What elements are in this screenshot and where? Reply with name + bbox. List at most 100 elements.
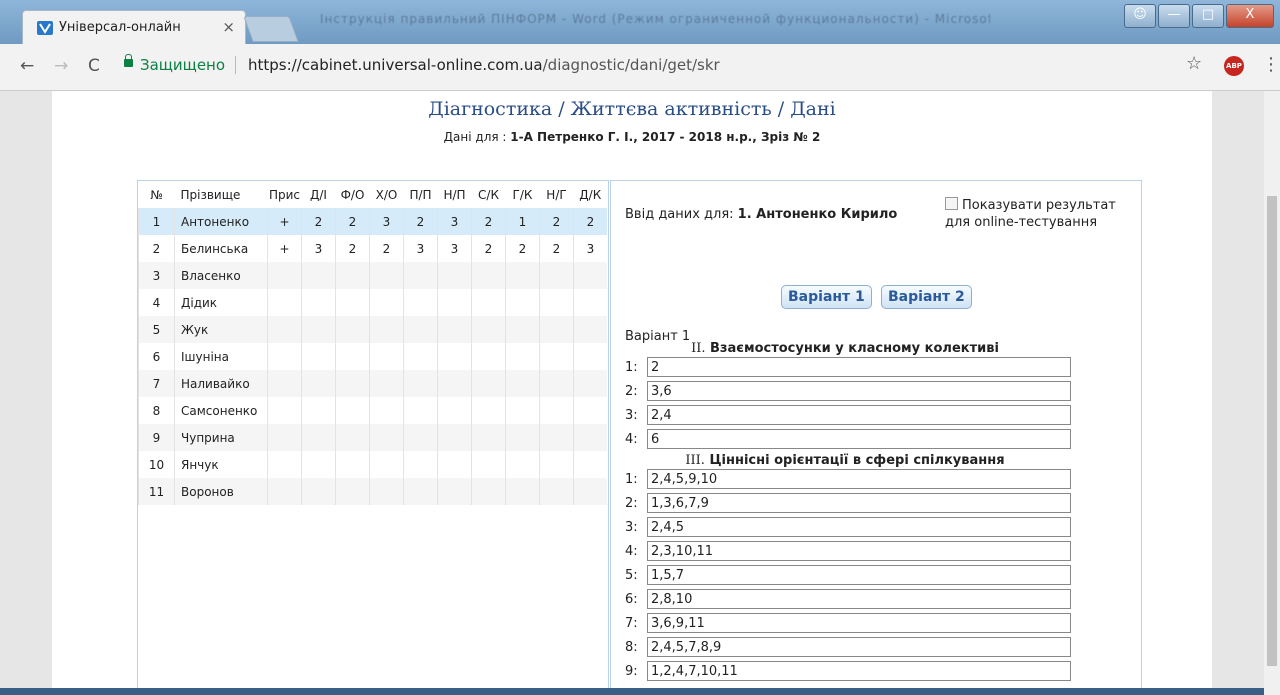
student-name[interactable]: Жук (174, 316, 268, 343)
table-row[interactable]: 1 Антоненко +2 2 3 2 3 2 1 2 2 (138, 208, 607, 235)
table-row[interactable]: 10 Янчук (138, 451, 607, 478)
input-for-label: Ввід даних для: 1. Антоненко Кирило (625, 207, 897, 222)
table-row[interactable]: 8 Самсоненко (138, 397, 607, 424)
score-cell (505, 289, 540, 316)
table-row[interactable]: 11 Воронов (138, 478, 607, 505)
background-window-title: Інструкція правильний ПІНФОРМ - Word (Ре… (320, 12, 990, 26)
table-row[interactable]: 3 Власенко (138, 262, 607, 289)
answer-input[interactable]: 6 (647, 429, 1071, 449)
score-cell (267, 397, 302, 424)
student-name[interactable]: Самсоненко (174, 397, 268, 424)
score-cell (437, 262, 472, 289)
new-tab-button[interactable] (243, 16, 299, 42)
col-header: Д/І (310, 187, 327, 202)
answer-input[interactable]: 3,6 (647, 381, 1071, 401)
window-user-icon[interactable]: ☺ (1124, 4, 1156, 28)
tab-close-icon[interactable]: × (222, 18, 235, 36)
window-minimize-button[interactable]: — (1158, 4, 1190, 28)
row-number: 9 (138, 424, 175, 451)
score-cell (539, 478, 574, 505)
input-for-student: 1. Антоненко Кирило (737, 207, 898, 222)
answer-input[interactable]: 2,4,5,7,8,9 (647, 637, 1071, 657)
table-row[interactable]: 4 Дідик (138, 289, 607, 316)
window-maximize-button[interactable]: □ (1192, 4, 1224, 28)
adblock-plus-icon[interactable]: ABP (1224, 56, 1244, 76)
score-cell (335, 262, 370, 289)
answer-input[interactable]: 2 (647, 357, 1071, 377)
table-row[interactable]: 5 Жук (138, 316, 607, 343)
show-result-checkbox[interactable]: Показувати результат для online-тестуван… (945, 197, 1135, 231)
score-cell (437, 478, 472, 505)
table-row[interactable]: 7 Наливайко (138, 370, 607, 397)
table-row[interactable]: 9 Чуприна (138, 424, 607, 451)
score-cell (573, 262, 607, 289)
checkbox-icon[interactable] (945, 197, 958, 210)
score-cell (369, 316, 404, 343)
score-cell (539, 316, 574, 343)
score-cell (301, 424, 336, 451)
answer-input[interactable]: 2,4,5 (647, 517, 1071, 537)
section3-title-text: Ціннісні орієнтації в сфері спілкування (709, 453, 1005, 468)
page-scrollbar[interactable] (1264, 91, 1280, 695)
row-number: 8 (138, 397, 175, 424)
reload-icon[interactable]: C (88, 56, 100, 76)
input-for-prefix: Ввід даних для: (625, 207, 738, 222)
back-arrow-icon[interactable]: ← (20, 56, 34, 76)
student-name[interactable]: Белинська (174, 235, 268, 262)
answer-input[interactable]: 3,6,9,11 (647, 613, 1071, 633)
browser-menu-icon[interactable]: ⋮ (1262, 54, 1280, 75)
url-text[interactable]: https://cabinet.universal-online.com.ua/… (248, 56, 720, 74)
score-cell (505, 370, 540, 397)
score-cell (335, 316, 370, 343)
student-name[interactable]: Наливайко (174, 370, 268, 397)
score-cell (403, 343, 438, 370)
variant2-button[interactable]: Варіант 2 (881, 285, 972, 309)
answer-number: 8: (625, 640, 638, 655)
table-row[interactable]: 2 Белинська +3 2 2 3 3 2 2 2 3 (138, 235, 607, 262)
answer-number: 4: (625, 544, 638, 559)
score-cell (437, 424, 472, 451)
student-name[interactable]: Чуприна (174, 424, 268, 451)
answer-input[interactable]: 2,8,10 (647, 589, 1071, 609)
score-cell (403, 316, 438, 343)
address-bar[interactable]: Защищено https://cabinet.universal-onlin… (116, 53, 1196, 79)
show-result-label: Показувати результат для online-тестуван… (945, 198, 1116, 230)
scrollbar-thumb[interactable] (1267, 196, 1277, 666)
student-name[interactable]: Янчук (174, 451, 268, 478)
section2-title-text: Взаємостосунки у класному колективі (710, 341, 999, 356)
variant1-button[interactable]: Варіант 1 (781, 285, 872, 309)
col-header: Х/О (375, 187, 398, 202)
score-cell (267, 289, 302, 316)
subtitle-value: 1-А Петренко Г. І., 2017 - 2018 н.р., Зр… (510, 130, 821, 144)
bookmark-star-icon[interactable]: ☆ (1186, 53, 1202, 74)
table-row[interactable]: 6 Ішуніна (138, 343, 607, 370)
student-name[interactable]: Антоненко (174, 208, 268, 235)
data-entry-panel: Ввід даних для: 1. Антоненко Кирило Пока… (610, 180, 1142, 695)
answer-row: 1: 2,4,5,9,10 (625, 469, 1071, 491)
os-taskbar (0, 688, 1264, 695)
window-close-button[interactable]: X (1226, 4, 1274, 28)
answer-input[interactable]: 1,5,7 (647, 565, 1071, 585)
student-name[interactable]: Воронов (174, 478, 268, 505)
score-cell (505, 424, 540, 451)
forward-arrow-icon[interactable]: → (54, 56, 68, 76)
answer-input[interactable]: 2,3,10,11 (647, 541, 1071, 561)
score-cell (301, 397, 336, 424)
answer-input[interactable]: 2,4 (647, 405, 1071, 425)
student-name[interactable]: Ішуніна (174, 343, 268, 370)
answer-input[interactable]: 1,3,6,7,9 (647, 493, 1071, 513)
student-name[interactable]: Дідик (174, 289, 268, 316)
score-cell (301, 262, 336, 289)
score-cell (335, 424, 370, 451)
answer-input[interactable]: 1,2,4,7,10,11 (647, 661, 1071, 681)
score-cell (539, 289, 574, 316)
score-cell (301, 316, 336, 343)
score-cell (267, 451, 302, 478)
score-cell: 2 (505, 235, 540, 262)
browser-tab[interactable]: Універсал-онлайн × (22, 10, 246, 45)
students-table: № Прізвище Прис Д/І Ф/О Х/О П/П Н/П С/К … (138, 181, 607, 505)
student-name[interactable]: Власенко (174, 262, 268, 289)
answer-input[interactable]: 2,4,5,9,10 (647, 469, 1071, 489)
score-cell (573, 451, 607, 478)
score-cell: 2 (335, 235, 370, 262)
